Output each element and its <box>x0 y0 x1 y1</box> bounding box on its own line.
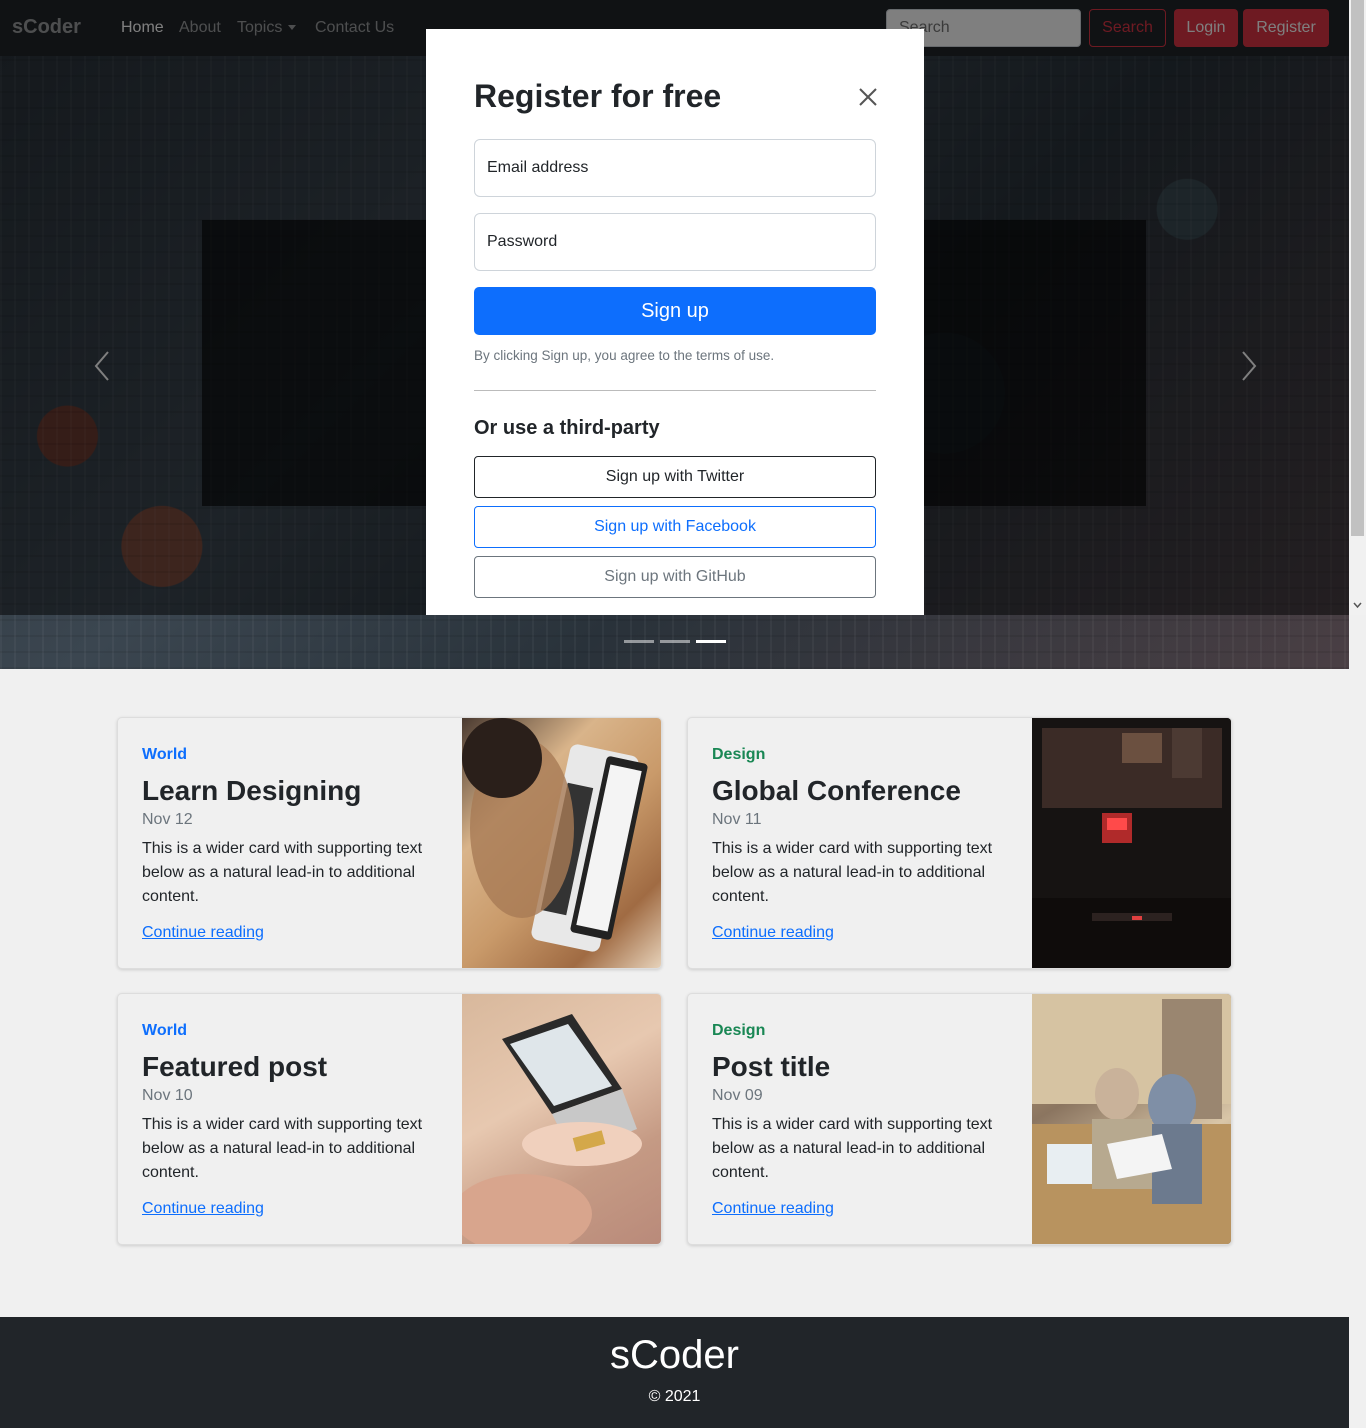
register-modal: Register for free Email address Password… <box>426 29 924 615</box>
card-text: This is a wider card with supporting tex… <box>142 840 423 905</box>
email-field[interactable]: Email address <box>474 139 876 197</box>
continue-reading-link[interactable]: Continue reading <box>712 924 834 942</box>
card-image <box>1032 994 1231 1244</box>
terms-text: By clicking Sign up, you agree to the te… <box>474 348 775 363</box>
card-category: World <box>142 746 188 763</box>
continue-reading-link[interactable]: Continue reading <box>712 1200 834 1218</box>
card-category: Design <box>712 746 766 763</box>
scrollbar-thumb[interactable] <box>1351 0 1364 536</box>
sign-up-button[interactable]: Sign up <box>474 287 876 335</box>
continue-reading-link[interactable]: Continue reading <box>142 1200 264 1218</box>
card-text: This is a wider card with supporting tex… <box>142 1116 423 1181</box>
third-party-title: Or use a third-party <box>474 417 660 439</box>
card-category: World <box>142 1022 188 1039</box>
scroll-down-icon[interactable] <box>1351 598 1364 612</box>
footer: sCoder © 2021 <box>0 1317 1349 1428</box>
card-image <box>462 994 661 1244</box>
github-signup-button[interactable]: Sign up with GitHub <box>474 556 876 598</box>
post-card: Design Post title Nov 09 This is a wider… <box>687 993 1232 1245</box>
card-date: Nov 11 <box>712 811 762 828</box>
carousel-indicator-1[interactable] <box>624 640 654 643</box>
footer-copyright: © 2021 <box>648 1388 701 1405</box>
continue-reading-link[interactable]: Continue reading <box>142 924 264 942</box>
card-image <box>1032 718 1231 968</box>
post-card: World Learn Designing Nov 12 This is a w… <box>117 717 662 969</box>
card-text: This is a wider card with supporting tex… <box>712 840 993 905</box>
card-category: Design <box>712 1022 766 1039</box>
modal-title: Register for free <box>474 78 722 114</box>
divider <box>474 390 876 391</box>
card-date: Nov 12 <box>142 811 193 828</box>
card-title: Featured post <box>142 1051 328 1082</box>
card-title: Global Conference <box>712 775 961 806</box>
card-text: This is a wider card with supporting tex… <box>712 1116 993 1181</box>
facebook-signup-button[interactable]: Sign up with Facebook <box>474 506 876 548</box>
post-card: World Featured post Nov 10 This is a wid… <box>117 993 662 1245</box>
card-title: Learn Designing <box>142 775 362 806</box>
carousel-indicator-3[interactable] <box>696 640 726 643</box>
footer-brand: sCoder <box>610 1333 739 1377</box>
card-date: Nov 09 <box>712 1087 763 1104</box>
twitter-signup-button[interactable]: Sign up with Twitter <box>474 456 876 498</box>
password-field[interactable]: Password <box>474 213 876 271</box>
post-card: Design Global Conference Nov 11 This is … <box>687 717 1232 969</box>
card-date: Nov 10 <box>142 1087 193 1104</box>
card-image <box>462 718 661 968</box>
carousel-indicator-2[interactable] <box>660 640 690 643</box>
close-icon[interactable] <box>856 85 880 109</box>
card-title: Post title <box>712 1051 831 1082</box>
